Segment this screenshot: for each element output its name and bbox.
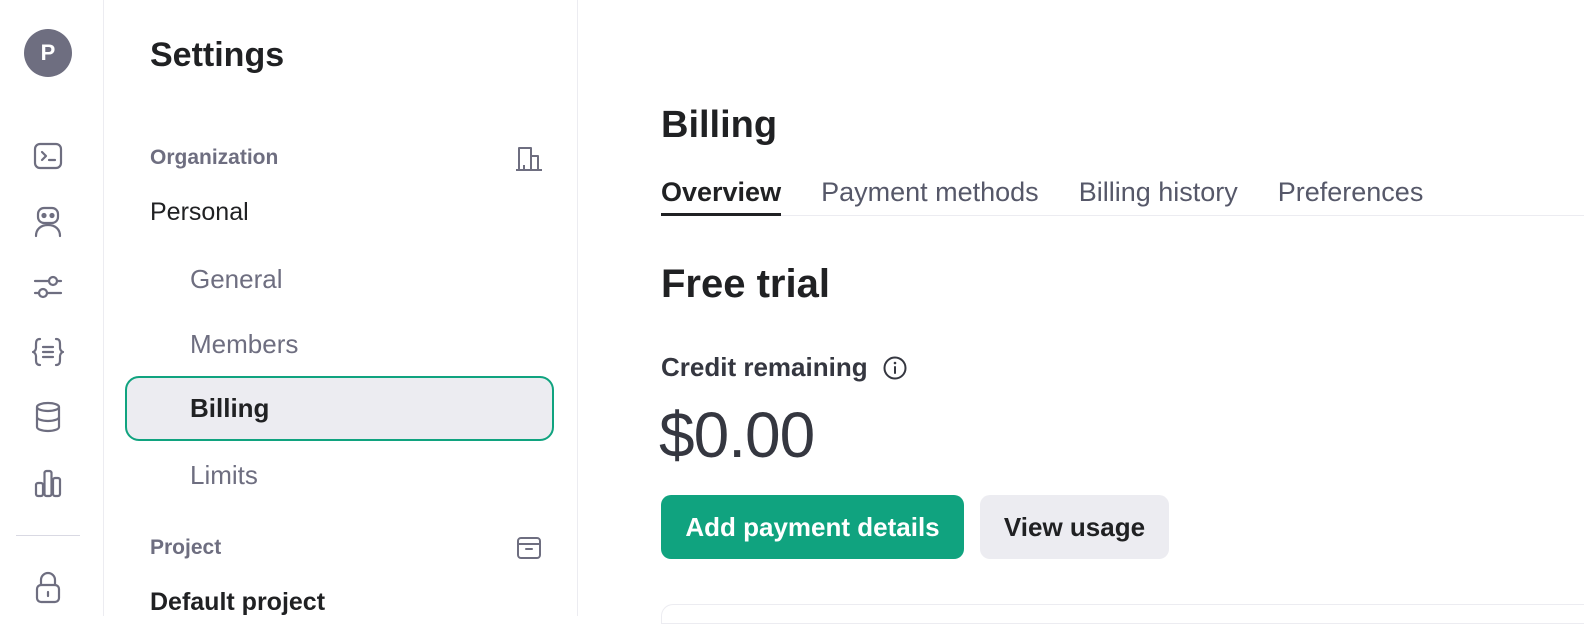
sidebar-item-billing[interactable]: Billing <box>125 376 554 441</box>
rail-divider <box>16 535 80 536</box>
credit-amount: $0.00 <box>659 399 815 471</box>
icon-rail: P <box>0 0 104 616</box>
view-usage-button[interactable]: View usage <box>980 495 1169 559</box>
add-payment-details-button[interactable]: Add payment details <box>661 495 964 559</box>
sidebar-item-general[interactable]: General <box>125 247 554 312</box>
sidebar-item-label: Billing <box>190 393 270 423</box>
tab-overview[interactable]: Overview <box>661 172 782 216</box>
sidebar-item-label: Limits <box>190 460 258 490</box>
sidebar-item-label: Members <box>190 329 299 359</box>
page-title: Billing <box>661 104 778 146</box>
bar-chart-icon[interactable] <box>28 463 68 503</box>
braces-icon[interactable] <box>28 332 68 372</box>
main-content: Billing Overview Payment methods Billing… <box>578 0 1584 624</box>
credit-label: Credit remaining <box>661 352 868 382</box>
info-icon[interactable] <box>882 355 908 381</box>
avatar-letter: P <box>40 40 56 65</box>
tab-preferences[interactable]: Preferences <box>1278 172 1424 216</box>
project-name[interactable]: Default project <box>150 588 325 617</box>
organization-name[interactable]: Personal <box>150 198 249 227</box>
lock-icon[interactable] <box>28 568 68 608</box>
settings-sidebar: Settings Organization Personal General M… <box>104 0 578 616</box>
building-icon[interactable] <box>514 143 544 173</box>
tab-billing-history[interactable]: Billing history <box>1079 172 1238 216</box>
sidebar-item-limits[interactable]: Limits <box>125 443 554 508</box>
database-icon[interactable] <box>28 397 68 437</box>
project-label: Project <box>150 536 222 559</box>
settings-title: Settings <box>150 36 285 74</box>
assistant-bot-icon[interactable] <box>28 201 68 241</box>
billing-tabs: Overview Payment methods Billing history… <box>661 172 1584 216</box>
tab-payment-methods[interactable]: Payment methods <box>821 172 1039 216</box>
plan-title: Free trial <box>661 262 830 306</box>
sliders-icon[interactable] <box>28 267 68 307</box>
avatar[interactable]: P <box>24 29 72 77</box>
credit-label-row: Credit remaining <box>661 352 908 383</box>
organization-label: Organization <box>150 146 279 169</box>
sidebar-item-label: General <box>190 264 283 294</box>
archive-box-icon[interactable] <box>514 533 544 563</box>
sidebar-item-members[interactable]: Members <box>125 312 554 377</box>
terminal-icon[interactable] <box>28 136 68 176</box>
content-card <box>661 604 1584 624</box>
